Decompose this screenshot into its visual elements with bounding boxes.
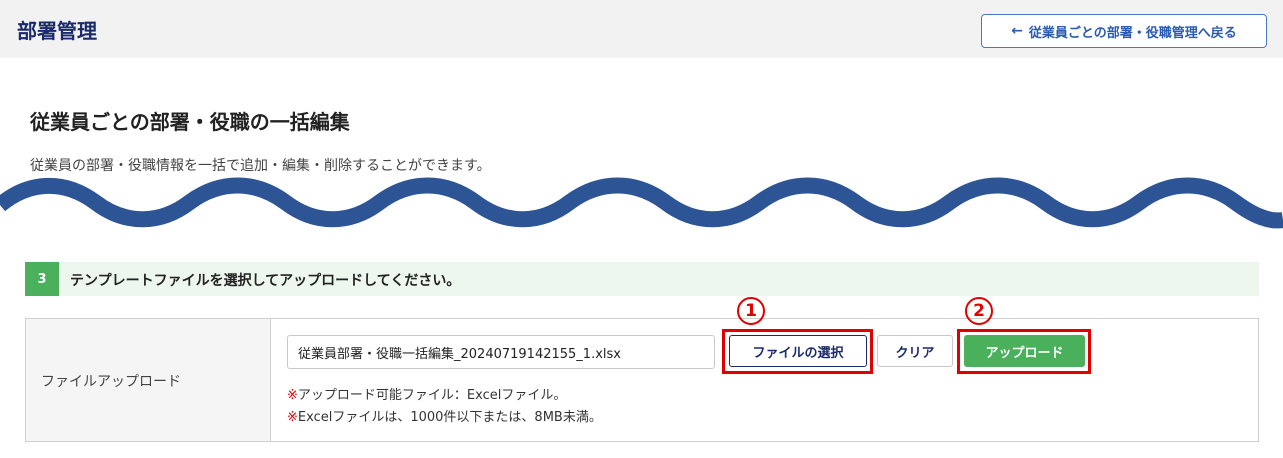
highlight-box-1 <box>722 329 873 374</box>
file-upload-label: ファイルアップロード <box>41 374 181 390</box>
clear-button[interactable]: クリア <box>877 335 953 367</box>
step-marker-1: 1 <box>737 297 765 325</box>
note-text: Excelファイルは、1000件以下または、8MB未満。 <box>297 410 602 425</box>
upload-note-file-type: ※アップロード可能ファイル：Excelファイル。 <box>287 384 566 403</box>
step-bar: 3 テンプレートファイルを選択してアップロードしてください。 <box>25 262 1259 296</box>
selected-file-field[interactable]: 従業員部署・役職一括編集_20240719142155_1.xlsx <box>287 335 715 369</box>
arrow-left-icon: ← <box>1011 23 1023 39</box>
step-marker-2: 2 <box>965 297 993 325</box>
upload-note-limit: ※Excelファイルは、1000件以下または、8MB未満。 <box>287 406 602 425</box>
wave-divider <box>0 177 1283 229</box>
step-number-badge: 3 <box>25 262 59 296</box>
back-to-employee-department-button[interactable]: ← 従業員ごとの部署・役職管理へ戻る <box>981 14 1267 48</box>
note-mark: ※ <box>287 388 298 403</box>
note-mark: ※ <box>287 410 298 425</box>
highlight-box-2 <box>957 329 1091 374</box>
note-text: アップロード可能ファイル：Excelファイル。 <box>297 388 567 403</box>
back-button-label: 従業員ごとの部署・役職管理へ戻る <box>1028 25 1237 41</box>
form-label-cell: ファイルアップロード <box>26 319 271 441</box>
page-title: 従業員ごとの部署・役職の一括編集 <box>30 110 350 134</box>
app-header: 部署管理 ← 従業員ごとの部署・役職管理へ戻る <box>0 0 1283 58</box>
step-instruction: テンプレートファイルを選択してアップロードしてください。 <box>70 273 461 289</box>
app-title: 部署管理 <box>17 19 97 43</box>
